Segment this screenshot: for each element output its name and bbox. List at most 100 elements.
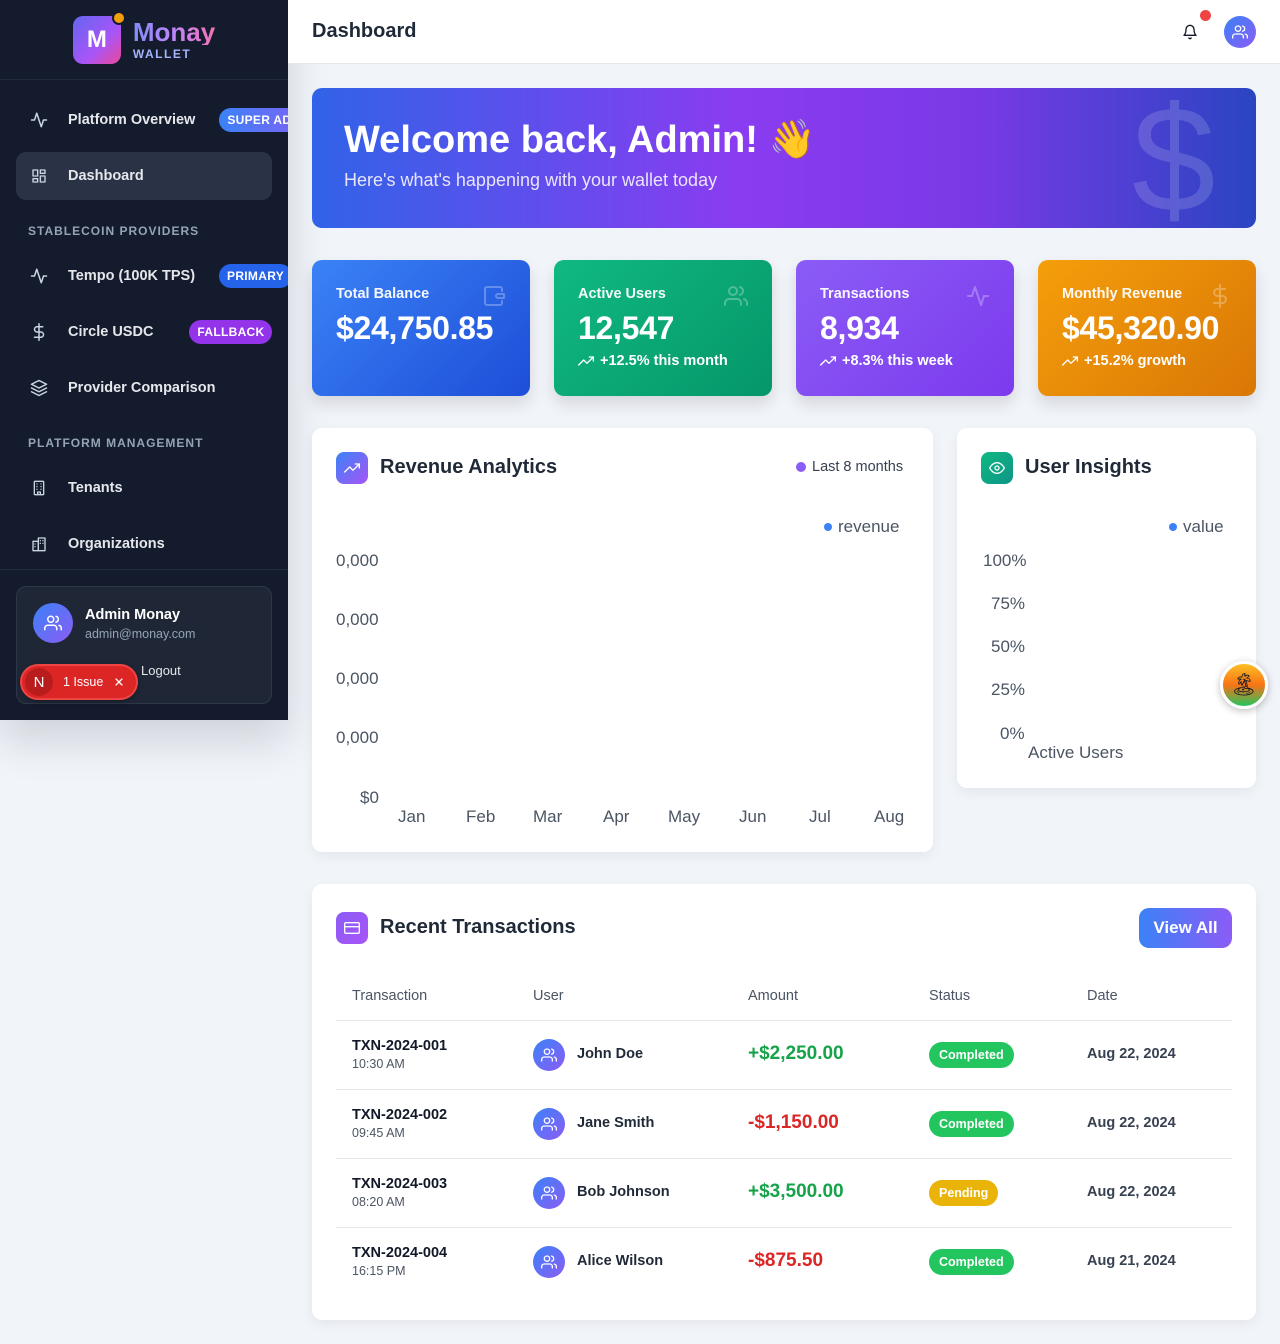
status-badge: Completed bbox=[929, 1249, 1014, 1275]
x-tick: Mar bbox=[533, 807, 563, 826]
page-title: Dashboard bbox=[312, 20, 417, 42]
avatar[interactable] bbox=[1224, 16, 1256, 48]
brand-logo: M bbox=[72, 10, 126, 64]
y-tick: 0% bbox=[1000, 724, 1025, 743]
transaction-id: TXN-2024-003 bbox=[352, 1176, 448, 1192]
sidebar-item-tenants[interactable]: Tenants bbox=[16, 464, 272, 512]
stat-trend-text: +15.2% growth bbox=[1084, 353, 1186, 369]
user-name: Alice Wilson bbox=[577, 1253, 664, 1269]
users-icon bbox=[44, 615, 62, 631]
stat-label: Active Users bbox=[578, 286, 666, 302]
table-row[interactable]: TXN-2024-003 08:20 AM Bob Johnson +$3,50… bbox=[336, 1158, 1232, 1227]
status-badge: Completed bbox=[929, 1042, 1014, 1068]
sidebar-item-label: Organizations bbox=[68, 536, 165, 552]
issue-indicator[interactable]: N 1 Issue bbox=[20, 664, 138, 700]
brand-logo-letter: M bbox=[86, 25, 107, 53]
section-stablecoin-providers: STABLECOIN PROVIDERS bbox=[28, 224, 200, 238]
sidebar-item-provider-comparison[interactable]: Provider Comparison bbox=[16, 364, 272, 412]
activity-icon bbox=[30, 111, 48, 129]
sidebar-item-tempo[interactable]: Tempo (100K TPS) PRIMARY bbox=[16, 252, 288, 300]
y-tick: 0,000 bbox=[336, 669, 379, 688]
sidebar-item-label: Provider Comparison bbox=[68, 380, 216, 396]
column-header-date: Date bbox=[1087, 988, 1118, 1004]
brand[interactable]: M Monay WALLET bbox=[0, 0, 288, 80]
avatar bbox=[533, 1039, 565, 1071]
legend-label: revenue bbox=[838, 517, 900, 536]
close-icon[interactable] bbox=[113, 676, 125, 688]
users-icon bbox=[541, 1255, 557, 1269]
transaction-time: 10:30 AM bbox=[352, 1057, 405, 1071]
period-dot bbox=[796, 462, 806, 472]
amount: -$1,150.00 bbox=[748, 1112, 839, 1133]
transaction-id: TXN-2024-002 bbox=[352, 1107, 448, 1123]
stat-value: 8,934 bbox=[820, 310, 899, 346]
welcome-title: Welcome back, Admin! 👋 bbox=[344, 119, 816, 161]
stat-trend: +8.3% this week bbox=[820, 353, 990, 369]
sidebar-item-label: Tempo (100K TPS) bbox=[68, 268, 196, 284]
card-title: Revenue Analytics bbox=[380, 456, 558, 478]
legend-dot bbox=[1169, 523, 1177, 531]
layers-icon bbox=[30, 379, 48, 397]
view-all-button[interactable]: View All bbox=[1139, 908, 1232, 948]
user-name: Admin Monay bbox=[85, 607, 181, 623]
user-email: admin@monay.com bbox=[85, 627, 196, 641]
brand-subtitle: WALLET bbox=[132, 46, 192, 61]
activity-icon bbox=[30, 267, 48, 285]
x-tick: Apr bbox=[603, 807, 630, 826]
dollar-icon: $ bbox=[1132, 88, 1216, 228]
sidebar-item-platform-overview[interactable]: Platform Overview SUPER ADMIN bbox=[16, 96, 288, 144]
column-header-status: Status bbox=[929, 988, 971, 1004]
y-tick: 25% bbox=[991, 680, 1026, 699]
x-tick: Aug bbox=[874, 807, 905, 826]
x-tick: Jan bbox=[398, 807, 426, 826]
brand-name: Monay bbox=[132, 16, 216, 47]
stat-trend: +12.5% this month bbox=[578, 353, 748, 369]
buildings-icon bbox=[30, 535, 48, 553]
y-tick: 75% bbox=[991, 594, 1026, 613]
transaction-time: 08:20 AM bbox=[352, 1195, 405, 1209]
sidebar: M Monay WALLET Platform Overview SUPER A… bbox=[0, 0, 288, 720]
status-badge: Completed bbox=[929, 1111, 1014, 1137]
credit-card-icon bbox=[336, 912, 368, 944]
sidebar-item-label: Dashboard bbox=[68, 168, 144, 184]
users-icon bbox=[724, 286, 748, 306]
period-selector[interactable]: Last 8 months bbox=[796, 459, 903, 475]
avatar bbox=[533, 1246, 565, 1278]
table-row[interactable]: TXN-2024-001 10:30 AM John Doe +$2,250.0… bbox=[336, 1020, 1232, 1089]
sidebar-item-organizations[interactable]: Organizations bbox=[16, 520, 272, 568]
floating-assistant-button[interactable]: 🏝 bbox=[1220, 661, 1268, 709]
stat-trend: +15.2% growth bbox=[1062, 353, 1232, 369]
dashboard-icon bbox=[30, 167, 48, 185]
transaction-id: TXN-2024-004 bbox=[352, 1245, 448, 1261]
table-row[interactable]: TXN-2024-002 09:45 AM Jane Smith -$1,150… bbox=[336, 1089, 1232, 1158]
x-tick: Jul bbox=[809, 807, 831, 826]
date: Aug 22, 2024 bbox=[1087, 1115, 1176, 1131]
sidebar-item-dashboard[interactable]: Dashboard bbox=[16, 152, 272, 200]
status-badge: Pending bbox=[929, 1180, 999, 1206]
amount: +$3,500.00 bbox=[748, 1181, 844, 1202]
sidebar-nav: Platform Overview SUPER ADMIN Dashboard … bbox=[0, 80, 288, 568]
date: Aug 22, 2024 bbox=[1087, 1046, 1176, 1062]
users-icon bbox=[541, 1048, 557, 1062]
trending-up-icon bbox=[1062, 356, 1078, 366]
logout-button[interactable]: Logout bbox=[141, 663, 181, 678]
stat-label: Monthly Revenue bbox=[1062, 286, 1183, 302]
super-admin-badge: SUPER ADMIN bbox=[219, 108, 288, 132]
bell-icon[interactable] bbox=[1182, 23, 1198, 41]
chart-legend: revenue bbox=[824, 517, 899, 537]
table-row[interactable]: TXN-2024-004 16:15 PM Alice Wilson -$875… bbox=[336, 1227, 1232, 1296]
trending-up-icon bbox=[336, 452, 368, 484]
y-tick: 50% bbox=[991, 637, 1026, 656]
sidebar-item-label: Tenants bbox=[68, 480, 123, 496]
sidebar-item-label: Platform Overview bbox=[68, 112, 196, 128]
transaction-time: 16:15 PM bbox=[352, 1264, 406, 1278]
building-icon bbox=[30, 479, 48, 497]
wallet-icon bbox=[484, 286, 505, 306]
date: Aug 21, 2024 bbox=[1087, 1253, 1176, 1269]
y-tick: 100% bbox=[983, 551, 1027, 570]
stat-card-total-balance: Total Balance $24,750.85 bbox=[312, 260, 530, 396]
stat-trend-text: +12.5% this month bbox=[600, 353, 728, 369]
sidebar-item-circle-usdc[interactable]: Circle USDC FALLBACK bbox=[16, 308, 273, 356]
avatar[interactable] bbox=[33, 603, 73, 643]
stat-value: 12,547 bbox=[578, 310, 675, 346]
